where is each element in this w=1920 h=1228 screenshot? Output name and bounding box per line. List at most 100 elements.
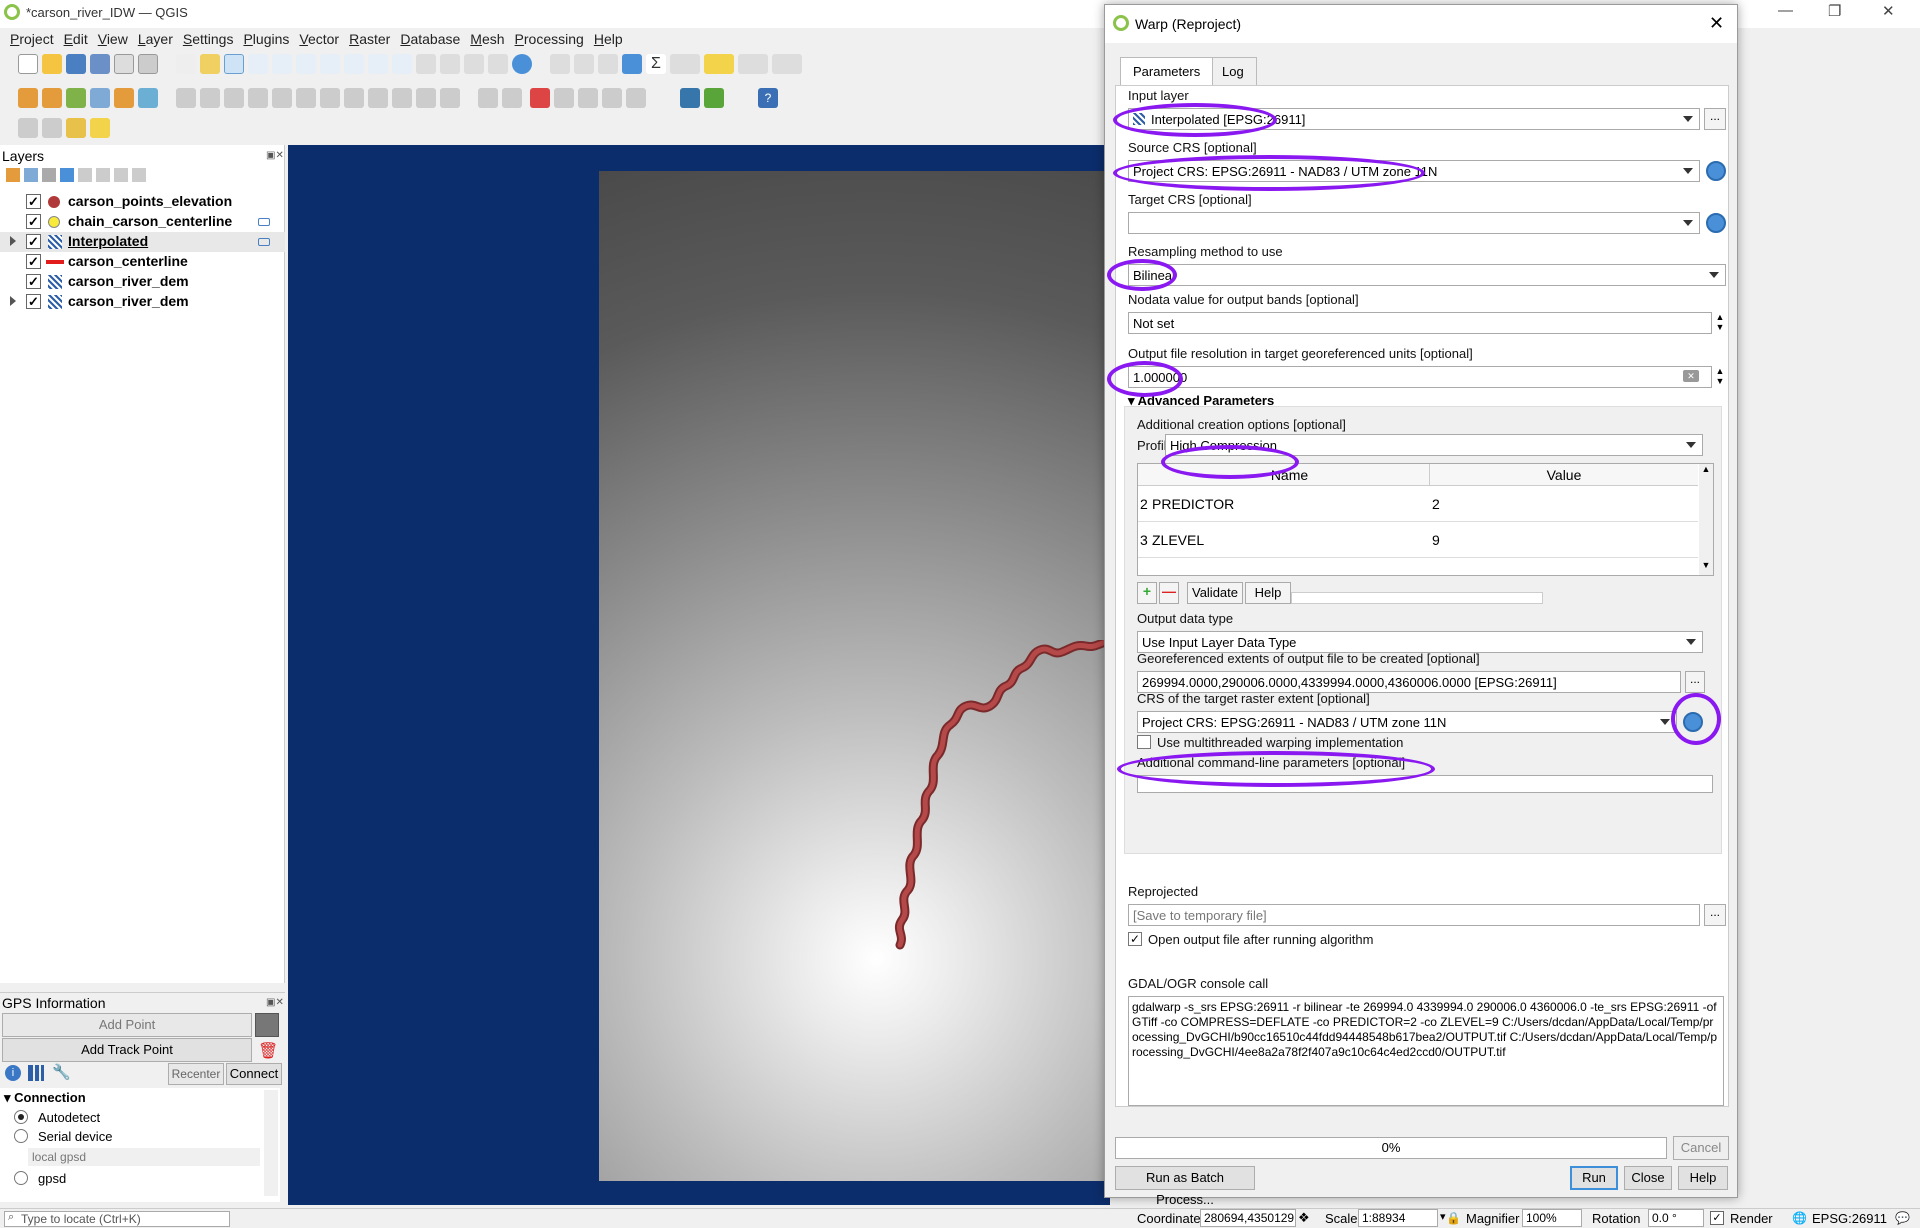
extra-params-field[interactable] bbox=[1137, 775, 1713, 793]
layer-item[interactable]: ✓ carson_river_dem bbox=[0, 292, 285, 312]
autodetect-radio[interactable] bbox=[14, 1110, 28, 1124]
layer-item[interactable]: ✓ Interpolated bbox=[0, 232, 285, 252]
help-button[interactable]: Help bbox=[1678, 1166, 1728, 1190]
annotation-icon[interactable] bbox=[90, 118, 110, 138]
recenter-button[interactable]: Recenter bbox=[168, 1063, 224, 1085]
zoom-native-icon[interactable] bbox=[344, 54, 364, 74]
layer-visibility-checkbox[interactable]: ✓ bbox=[26, 274, 41, 289]
gpsd-radio[interactable] bbox=[14, 1171, 28, 1185]
print-layout-icon[interactable] bbox=[114, 54, 134, 74]
crs-label[interactable]: EPSG:26911 bbox=[1812, 1211, 1887, 1226]
new-geopackage-icon[interactable] bbox=[42, 88, 62, 108]
expand-arrow-icon[interactable] bbox=[10, 236, 16, 246]
multithread-checkbox[interactable] bbox=[1137, 735, 1151, 749]
new-temporary-layer-icon[interactable] bbox=[114, 88, 134, 108]
panel-close-icon[interactable]: ▣✕ bbox=[266, 997, 284, 1008]
paste-features-icon[interactable] bbox=[392, 88, 412, 108]
pan-to-selection-icon[interactable] bbox=[200, 54, 220, 74]
table-row[interactable]: 3 ZLEVEL 9 bbox=[1138, 523, 1698, 558]
menu-edit[interactable]: Edit bbox=[59, 28, 93, 50]
expand-arrow-icon[interactable] bbox=[10, 296, 16, 306]
close-button[interactable]: Close bbox=[1624, 1166, 1672, 1190]
signal-chart-icon[interactable] bbox=[28, 1065, 44, 1081]
save-project-icon[interactable] bbox=[66, 54, 86, 74]
run-batch-button[interactable]: Run as Batch Process... bbox=[1115, 1166, 1255, 1207]
table-row[interactable]: 2 PREDICTOR 2 bbox=[1138, 487, 1698, 522]
column-header-value[interactable]: Value bbox=[1430, 464, 1698, 486]
data-source-manager-icon[interactable] bbox=[18, 88, 38, 108]
help-icon[interactable]: ? bbox=[758, 88, 778, 108]
new-shapefile-icon[interactable] bbox=[66, 88, 86, 108]
resampling-combo[interactable]: Bilinear bbox=[1128, 264, 1726, 286]
layout-manager-icon[interactable] bbox=[138, 54, 158, 74]
toggle-extents-icon[interactable]: ❖ bbox=[1298, 1210, 1310, 1226]
undo-icon[interactable] bbox=[416, 88, 436, 108]
select-by-area-icon[interactable] bbox=[18, 118, 38, 138]
add-feature-icon[interactable] bbox=[248, 88, 268, 108]
temporal-controller-icon[interactable] bbox=[488, 54, 508, 74]
crs-globe-icon[interactable]: 🌐 bbox=[1792, 1211, 1807, 1225]
source-crs-combo[interactable]: Project CRS: EPSG:26911 - NAD83 / UTM zo… bbox=[1128, 160, 1700, 182]
open-project-icon[interactable] bbox=[42, 54, 62, 74]
new-project-icon[interactable] bbox=[18, 54, 38, 74]
change-label-icon[interactable] bbox=[626, 88, 646, 108]
plugin-reloader-icon[interactable] bbox=[704, 88, 724, 108]
tab-parameters[interactable]: Parameters bbox=[1120, 57, 1214, 85]
select-features-icon[interactable] bbox=[738, 54, 768, 74]
crs-select-globe-icon[interactable] bbox=[1706, 161, 1726, 181]
extent-browse-button[interactable]: ... bbox=[1685, 671, 1705, 693]
remove-option-icon[interactable]: — bbox=[1159, 582, 1179, 604]
rotation-field[interactable]: 0.0 ° bbox=[1648, 1209, 1704, 1227]
console-call-textbox[interactable]: gdalwarp -s_srs EPSG:26911 -r bilinear -… bbox=[1128, 996, 1724, 1106]
filter-legend-icon[interactable] bbox=[60, 168, 74, 182]
panel-close-icon[interactable]: ▣✕ bbox=[266, 150, 284, 161]
pin-labels-icon[interactable] bbox=[502, 88, 522, 108]
python-console-icon[interactable] bbox=[680, 88, 700, 108]
measure-icon[interactable] bbox=[670, 54, 700, 74]
identify-icon[interactable] bbox=[550, 54, 570, 74]
menu-project[interactable]: Project bbox=[5, 28, 59, 50]
cut-features-icon[interactable] bbox=[344, 88, 364, 108]
collapse-all-icon[interactable] bbox=[114, 168, 128, 182]
extent-crs-combo[interactable]: Project CRS: EPSG:26911 - NAD83 / UTM zo… bbox=[1137, 711, 1677, 733]
reprojected-browse-button[interactable]: ... bbox=[1704, 904, 1726, 926]
select-by-value-icon[interactable] bbox=[66, 118, 86, 138]
vertex-tool-icon[interactable] bbox=[272, 88, 292, 108]
messages-icon[interactable]: 💬 bbox=[1895, 1211, 1910, 1225]
save-edits-icon[interactable] bbox=[224, 88, 244, 108]
crs-select-globe-icon[interactable] bbox=[1683, 712, 1703, 732]
menu-plugins[interactable]: Plugins bbox=[238, 28, 294, 50]
remove-layer-icon[interactable] bbox=[132, 168, 146, 182]
attribute-table-icon[interactable] bbox=[574, 54, 594, 74]
zoom-in-icon[interactable] bbox=[224, 54, 244, 74]
spin-arrows-icon[interactable]: ▲ ▼ bbox=[1714, 312, 1726, 334]
reprojected-output-field[interactable]: [Save to temporary file] bbox=[1128, 904, 1700, 926]
input-layer-combo[interactable]: Interpolated [EPSG:26911] bbox=[1128, 108, 1700, 130]
crs-select-globe-icon[interactable] bbox=[1706, 213, 1726, 233]
output-type-combo[interactable]: Use Input Layer Data Type bbox=[1137, 631, 1703, 653]
layer-visibility-checkbox[interactable]: ✓ bbox=[26, 214, 41, 229]
copy-features-icon[interactable] bbox=[368, 88, 388, 108]
add-option-icon[interactable]: + bbox=[1137, 582, 1157, 604]
coordinate-field[interactable]: 280694,4350129 bbox=[1200, 1209, 1296, 1227]
save-as-icon[interactable] bbox=[90, 54, 110, 74]
show-bookmarks-icon[interactable] bbox=[464, 54, 484, 74]
menu-processing[interactable]: Processing bbox=[510, 28, 589, 50]
menu-database[interactable]: Database bbox=[395, 28, 465, 50]
zoom-next-icon[interactable] bbox=[392, 54, 412, 74]
nodata-field[interactable]: Not set bbox=[1128, 312, 1712, 334]
expand-all-icon[interactable] bbox=[96, 168, 110, 182]
info-icon[interactable]: i bbox=[5, 1065, 21, 1081]
profile-combo[interactable]: High Compression bbox=[1165, 434, 1703, 456]
zoom-full-icon[interactable] bbox=[272, 54, 292, 74]
manage-map-themes-icon[interactable] bbox=[42, 168, 56, 182]
render-checkbox[interactable]: ✓ bbox=[1710, 1211, 1724, 1225]
tab-log[interactable]: Log bbox=[1209, 57, 1257, 85]
delete-track-icon[interactable]: 🗑 bbox=[258, 1041, 278, 1061]
layer-indicator-icon[interactable] bbox=[258, 238, 270, 246]
deselect-icon[interactable] bbox=[42, 118, 62, 138]
add-group-icon[interactable] bbox=[24, 168, 38, 182]
layer-item[interactable]: ✓ carson_centerline bbox=[0, 252, 285, 272]
zoom-layer-icon[interactable] bbox=[320, 54, 340, 74]
validate-button[interactable]: Validate bbox=[1187, 582, 1243, 604]
